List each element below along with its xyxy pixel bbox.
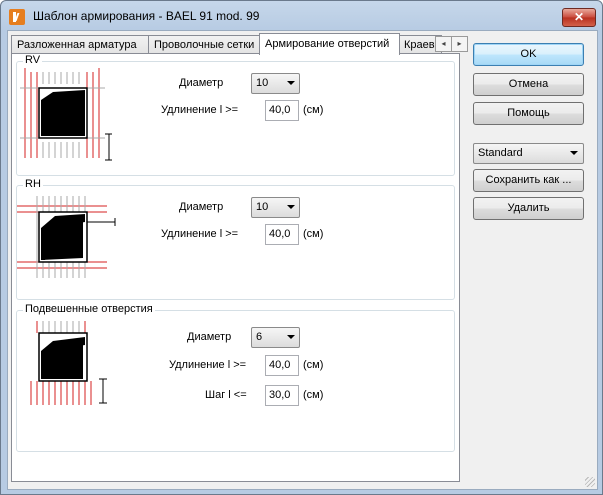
group-hung-title: Подвешенные отверстия	[23, 303, 155, 315]
chevron-down-icon	[570, 151, 578, 155]
style-select-value: Standard	[478, 147, 523, 159]
group-rv-title: RV	[23, 54, 43, 66]
help-button[interactable]: Помощь	[473, 102, 584, 125]
rv-elongation-input[interactable]: 40,0	[265, 100, 299, 121]
delete-button[interactable]: Удалить	[473, 197, 584, 220]
chevron-left-icon: ◂	[441, 39, 446, 48]
rv-diameter-label: Диаметр	[179, 77, 224, 89]
chevron-down-icon	[287, 205, 295, 209]
rv-elongation-value: 40,0	[269, 104, 291, 116]
chevron-down-icon	[287, 335, 295, 339]
hung-diameter-label: Диаметр	[187, 331, 232, 343]
tab-panel: RV Диаметр 10 Удлинение l >= 40,0 (см) R…	[11, 53, 460, 482]
group-hung-openings: Подвешенные отверстия Диаметр 6 Удлинени…	[16, 303, 455, 452]
style-select[interactable]: Standard	[473, 143, 584, 164]
tab-wire-mesh[interactable]: Проволочные сетки	[148, 35, 260, 54]
hung-step-value: 30,0	[269, 389, 291, 401]
hung-step-unit: (см)	[303, 389, 324, 401]
tab-strip: Разложенная арматура Проволочные сетки А…	[11, 33, 468, 55]
group-rh: RH Диаметр 10 Удлинение l >= 40,0 (см)	[16, 178, 455, 300]
dialog-client: Разложенная арматура Проволочные сетки А…	[7, 30, 598, 490]
group-rh-title: RH	[23, 178, 43, 190]
hung-step-input[interactable]: 30,0	[265, 385, 299, 406]
hung-diameter-value: 6	[256, 331, 263, 343]
rh-elongation-value: 40,0	[269, 228, 291, 240]
chevron-down-icon	[287, 81, 295, 85]
rh-illustration	[17, 196, 116, 278]
save-as-button[interactable]: Сохранить как ...	[473, 169, 584, 192]
rv-diameter-select[interactable]: 10	[251, 73, 300, 94]
hung-step-label: Шаг l <=	[205, 389, 247, 401]
rh-elongation-label: Удлинение l >=	[161, 228, 239, 240]
rv-elongation-label: Удлинение l >=	[161, 104, 239, 116]
group-rv: RV Диаметр 10 Удлинение l >= 40,0 (см)	[16, 54, 455, 176]
close-button[interactable]: ✕	[562, 8, 596, 27]
tab-scroll-right-button[interactable]: ▸	[451, 36, 468, 52]
dialog-window: Шаблон армирования - BAEL 91 mod. 99 ✕ Р…	[0, 0, 603, 495]
rh-elongation-input[interactable]: 40,0	[265, 224, 299, 245]
hung-illustration	[30, 321, 107, 405]
hung-diameter-select[interactable]: 6	[251, 327, 300, 348]
tab-scroll-left-button[interactable]: ◂	[435, 36, 452, 52]
resize-grip[interactable]	[585, 477, 595, 487]
cancel-button[interactable]: Отмена	[473, 73, 584, 96]
rh-elongation-unit: (см)	[303, 228, 324, 240]
tab-opening-reinforcement[interactable]: Армирование отверстий	[259, 33, 400, 55]
window-title: Шаблон армирования - BAEL 91 mod. 99	[33, 9, 260, 23]
hung-elongation-input[interactable]: 40,0	[265, 355, 299, 376]
chevron-right-icon: ▸	[457, 39, 462, 48]
tab-spread-rebar[interactable]: Разложенная арматура	[11, 35, 149, 54]
rv-diameter-value: 10	[256, 77, 269, 89]
rh-diameter-label: Диаметр	[179, 201, 224, 213]
app-logo-icon	[9, 9, 25, 25]
hung-elongation-unit: (см)	[303, 359, 324, 371]
rh-diameter-value: 10	[256, 201, 269, 213]
hung-elongation-label: Удлинение l >=	[169, 359, 247, 371]
rv-elongation-unit: (см)	[303, 104, 324, 116]
ok-button[interactable]: OK	[473, 43, 584, 66]
title-bar[interactable]: Шаблон армирования - BAEL 91 mod. 99 ✕	[1, 1, 602, 31]
rv-illustration	[20, 68, 112, 161]
rh-diameter-select[interactable]: 10	[251, 197, 300, 218]
hung-elongation-value: 40,0	[269, 359, 291, 371]
